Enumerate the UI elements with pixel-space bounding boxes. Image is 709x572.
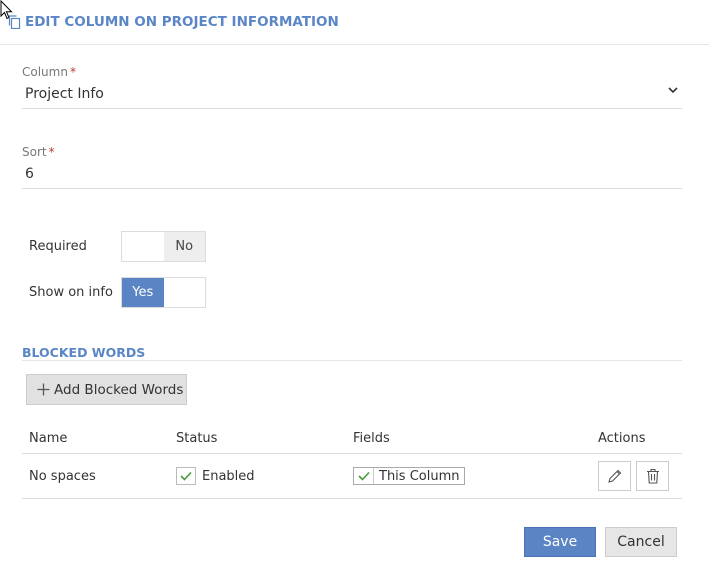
field-text: This Column xyxy=(379,468,460,484)
plus-icon xyxy=(37,383,50,396)
column-header-name: Name xyxy=(29,431,68,446)
required-toggle-state: No xyxy=(163,232,205,261)
row-field-tag: This Column xyxy=(353,467,466,485)
sort-label: Sort * xyxy=(22,145,682,159)
required-mark: * xyxy=(69,65,76,79)
column-header-fields: Fields xyxy=(353,431,390,446)
column-select[interactable]: Column * Project Info xyxy=(22,65,682,109)
show-on-info-toggle-blank xyxy=(164,278,206,307)
required-mark: * xyxy=(48,145,55,159)
blocked-words-divider xyxy=(22,360,682,361)
edit-button[interactable] xyxy=(598,461,631,491)
row-status: Enabled xyxy=(176,467,255,485)
save-button[interactable]: Save xyxy=(524,527,596,557)
column-label: Column * xyxy=(22,65,682,79)
cancel-button[interactable]: Cancel xyxy=(605,527,677,557)
table-row: No spaces Enabled This Column xyxy=(22,454,682,499)
sort-underline xyxy=(22,188,682,189)
show-on-info-label: Show on info xyxy=(29,285,113,300)
sort-label-text: Sort xyxy=(22,145,47,159)
sort-field[interactable]: Sort * 6 xyxy=(22,145,682,189)
column-underline xyxy=(22,108,682,109)
blocked-words-table: Name Status Fields Actions No spaces Ena… xyxy=(22,424,682,499)
required-toggle[interactable]: No xyxy=(121,231,206,262)
trash-icon xyxy=(646,468,659,484)
table-header: Name Status Fields Actions xyxy=(22,424,682,454)
dialog-header: EDIT COLUMN ON PROJECT INFORMATION xyxy=(8,14,339,30)
column-label-text: Column xyxy=(22,65,68,79)
column-header-status: Status xyxy=(176,431,218,446)
column-value: Project Info xyxy=(25,86,104,102)
header-divider xyxy=(0,44,709,45)
add-blocked-words-button[interactable]: Add Blocked Words xyxy=(26,374,187,405)
status-checkbox[interactable] xyxy=(176,467,196,485)
required-row: Required No xyxy=(29,231,206,262)
column-header-actions: Actions xyxy=(598,431,646,446)
field-checkbox[interactable] xyxy=(354,468,374,484)
copy-icon xyxy=(8,15,21,29)
status-text: Enabled xyxy=(202,468,255,484)
required-label: Required xyxy=(29,239,87,254)
show-on-info-toggle[interactable]: Yes xyxy=(121,277,206,308)
chevron-down-icon[interactable] xyxy=(668,85,678,95)
required-toggle-blank xyxy=(122,232,164,261)
check-icon xyxy=(180,471,192,481)
sort-value[interactable]: 6 xyxy=(22,166,682,182)
show-on-info-row: Show on info Yes xyxy=(29,277,206,308)
pencil-icon xyxy=(607,469,621,483)
row-name: No spaces xyxy=(29,468,96,484)
add-blocked-words-label: Add Blocked Words xyxy=(54,381,184,398)
delete-button[interactable] xyxy=(636,461,669,491)
check-icon xyxy=(357,471,370,481)
row-actions xyxy=(598,461,669,491)
dialog-title: EDIT COLUMN ON PROJECT INFORMATION xyxy=(25,14,339,30)
blocked-words-title: BLOCKED WORDS xyxy=(22,345,146,360)
show-on-info-toggle-state: Yes xyxy=(122,278,164,307)
